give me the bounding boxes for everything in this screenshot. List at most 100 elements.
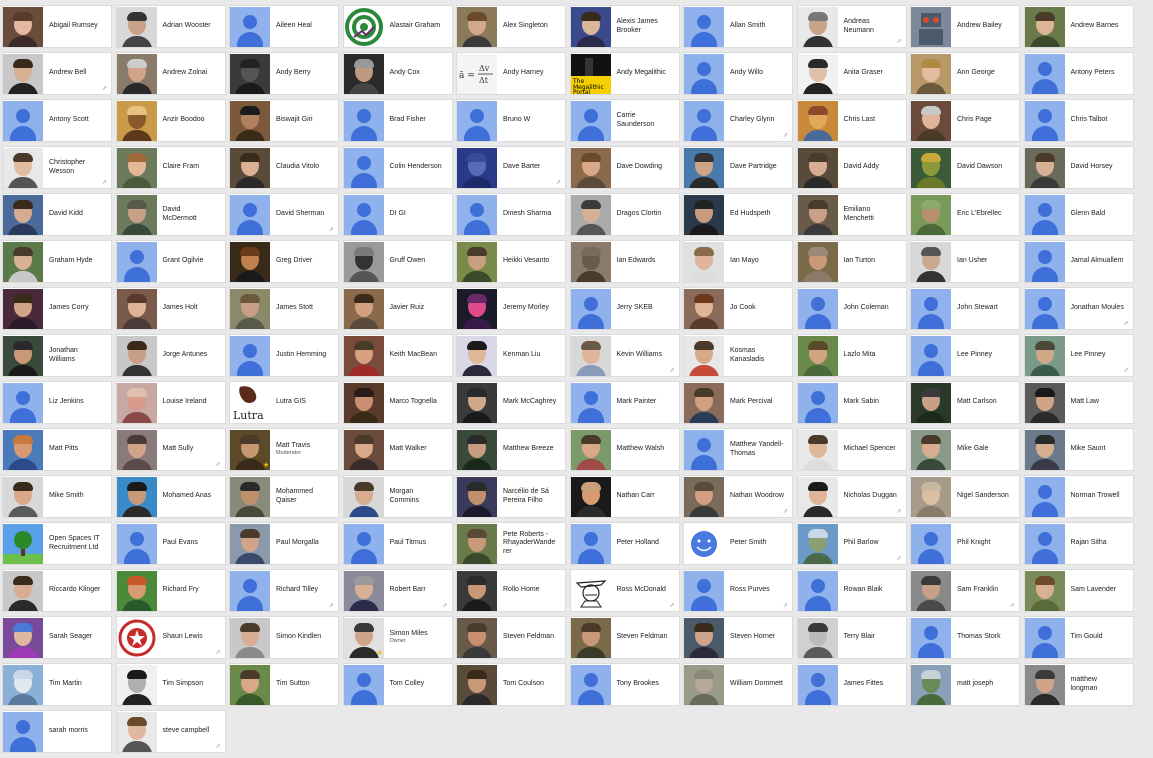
contact-name[interactable]: Ian Usher [951,257,1019,266]
profile-photo[interactable] [3,476,43,517]
profile-photo[interactable] [684,194,724,235]
profile-photo[interactable] [797,523,838,564]
contact-name[interactable]: Allan Smith [724,22,792,31]
contact-card[interactable]: Ross McDonald ⇗ [570,570,679,611]
contact-card[interactable]: Ian Mayo [684,241,792,282]
profile-photo[interactable] [343,476,384,517]
contact-card[interactable]: Peter Smith [684,523,792,564]
contact-card[interactable]: Heikki Vesanto [457,241,565,282]
external-link-icon[interactable]: ⇗ [897,39,903,45]
contact-card[interactable]: Norman Trowell [1024,476,1133,517]
profile-logo[interactable] [570,570,611,611]
contact-name[interactable]: Norman Trowell [1065,492,1133,501]
contact-name[interactable]: Jo Cook [724,304,792,313]
contact-card[interactable]: Jamal Almuallem [1024,241,1133,282]
contact-name[interactable]: Kenman Liu [497,351,565,360]
profile-photo[interactable] [116,711,157,752]
contact-name[interactable]: Matthew Yandell-Thomas [724,441,792,458]
contact-name[interactable]: Thomas Stork [951,633,1019,642]
contact-name[interactable]: Chris Last [838,116,906,125]
contact-card[interactable]: Matt Walker [343,429,452,470]
contact-card[interactable]: Marco Tognella [343,382,452,423]
contact-name[interactable]: Jeremy Morley [497,304,565,313]
profile-photo[interactable] [3,617,43,658]
contact-name[interactable]: Matthew Walsh [611,445,679,454]
contact-card[interactable]: Andrew Barnes [1024,6,1133,47]
contact-name[interactable]: DI GI [384,210,452,219]
profile-photo[interactable] [911,147,951,188]
contact-name[interactable]: Jerry SKEB [611,304,679,313]
contact-card[interactable]: Chris Last [797,100,906,141]
profile-photo[interactable] [797,100,838,141]
profile-photo[interactable] [570,335,611,376]
profile-photo[interactable] [911,100,951,141]
contact-card[interactable]: Steven Feldman [457,617,565,658]
default-avatar-icon[interactable] [230,570,270,611]
profile-photo[interactable] [343,429,384,470]
external-link-icon[interactable]: ⇗ [216,744,222,750]
contact-card[interactable]: Andy Willo [684,53,792,94]
profile-photo[interactable] [3,429,43,470]
contact-card[interactable]: Andreas Neumann ⇗ [797,6,906,47]
contact-name[interactable]: Andy Megalithic [611,69,679,78]
default-avatar-icon[interactable] [911,523,951,564]
contact-name[interactable]: Andrew Bell [43,69,111,78]
contact-card[interactable]: Steven Horner [684,617,792,658]
contact-name[interactable]: Sarah Seager [43,633,111,642]
contact-name[interactable]: Phil Knight [951,539,1019,548]
default-avatar-icon[interactable] [457,194,497,235]
external-link-icon[interactable]: ⇗ [102,86,108,92]
profile-logo[interactable] [3,523,43,564]
contact-name[interactable]: Claudia Vitolo [270,163,338,172]
contact-card[interactable]: Charley Glynn ⇗ [684,100,792,141]
contact-name[interactable]: Tom Colley [384,680,452,689]
contact-card[interactable]: Paul Titmus [343,523,452,564]
contact-name[interactable]: Chris Page [951,116,1019,125]
profile-photo[interactable] [116,100,157,141]
contact-card[interactable]: Andrew Bell ⇗ [3,53,111,94]
contact-card[interactable]: Lee Pinney [911,335,1019,376]
default-avatar-icon[interactable] [911,335,951,376]
contact-card[interactable]: Matthew Yandell-Thomas [684,429,792,470]
profile-photo[interactable] [797,429,838,470]
contact-card[interactable]: Aileen Heal [230,6,338,47]
contact-name[interactable]: Ian Edwards [611,257,679,266]
contact-name[interactable]: Ian Mayo [724,257,792,266]
contact-card[interactable]: Ann George [911,53,1019,94]
contact-name[interactable]: Anzir Boodoo [157,116,225,125]
default-avatar-icon[interactable] [116,523,157,564]
contact-card[interactable]: Carrie Saunderson [570,100,679,141]
profile-photo[interactable] [911,194,951,235]
contact-name[interactable]: matt joseph [951,680,1019,689]
contact-card[interactable]: Tim Martin [3,664,111,705]
profile-logo[interactable]: Lutra [230,382,270,423]
profile-photo[interactable] [230,476,270,517]
contact-card[interactable]: ā = Δv Δt Andy Harney [457,53,565,94]
profile-photo[interactable] [797,147,838,188]
contact-name[interactable]: Matt Sully [157,445,225,454]
contact-card[interactable]: Louise Ireland [116,382,225,423]
contact-name[interactable]: John Coleman [838,304,906,313]
profile-photo[interactable] [3,194,43,235]
contact-card[interactable]: Riccardo Klinger [3,570,111,611]
profile-photo[interactable] [457,476,497,517]
profile-photo[interactable] [684,241,724,282]
contact-card[interactable]: Gruff Owen [343,241,452,282]
external-link-icon[interactable]: ⇗ [670,368,676,374]
contact-name[interactable]: Simon Miles Owner [384,630,452,646]
contact-name[interactable]: Mike Saunt [1065,445,1133,454]
contact-name[interactable]: Glenn Bald [1065,210,1133,219]
contact-card[interactable]: Mark Sabin [797,382,906,423]
contact-card[interactable]: Pete Roberts - RhayaderWanderer [457,523,565,564]
profile-photo[interactable] [797,241,838,282]
default-avatar-icon[interactable] [1024,100,1065,141]
contact-card[interactable]: Nathan Woodrow ⇗ [684,476,792,517]
contact-card[interactable]: Mohamed Anas [116,476,225,517]
external-link-icon[interactable]: ⇗ [783,603,789,609]
contact-name[interactable]: Gruff Owen [384,257,452,266]
contact-name[interactable]: Nigel Sanderson [951,492,1019,501]
profile-photo[interactable] [684,288,724,329]
default-avatar-icon[interactable] [570,288,611,329]
contact-name[interactable]: Javier Ruiz [384,304,452,313]
contact-name[interactable]: Biswajit Giri [270,116,338,125]
